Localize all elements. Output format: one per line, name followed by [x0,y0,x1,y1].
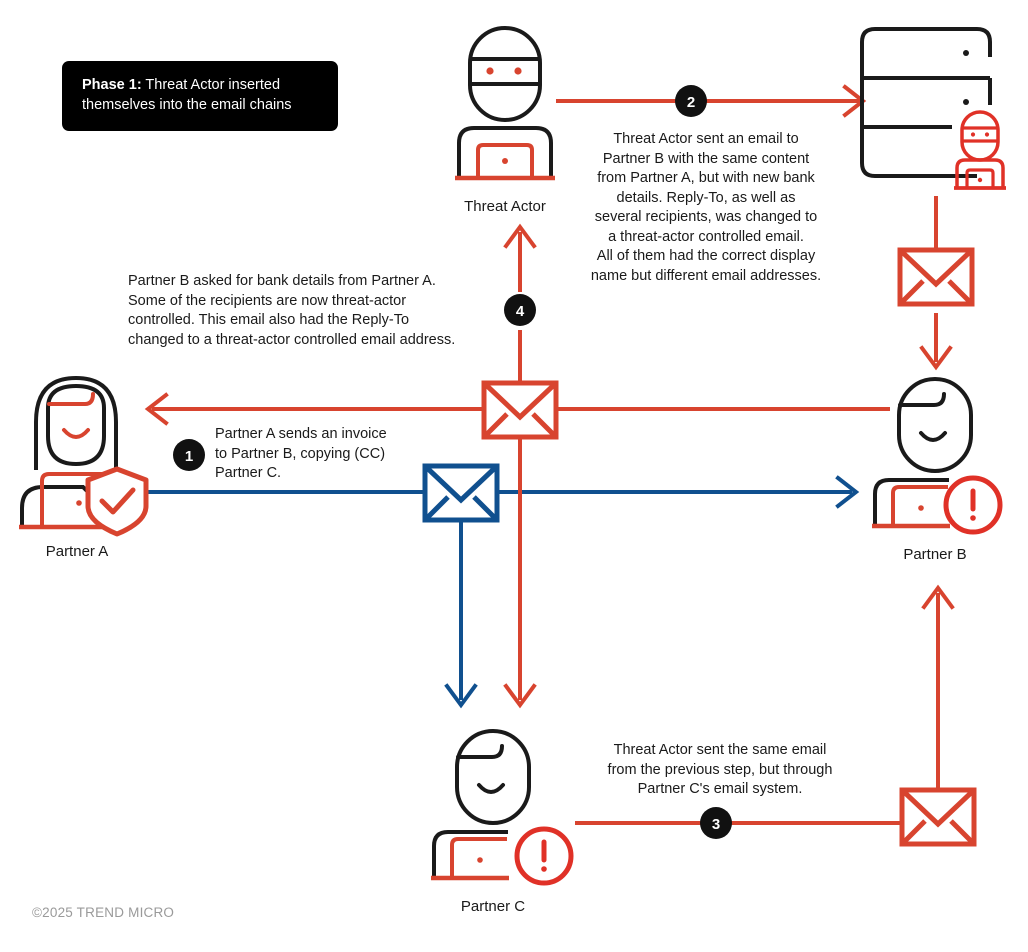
node-label-partner-a: Partner A [45,543,109,560]
partner-b-person-laptop-warning-icon [872,377,1003,535]
envelope-icon-step1 [422,463,500,523]
phase-banner: Phase 1: Threat Actor inserted themselve… [62,61,338,131]
step-badge-3: 3 [700,807,732,839]
step-badge-1: 1 [173,439,205,471]
step-badge-2: 2 [675,85,707,117]
compromised-mail-server-icon [860,27,1006,190]
partner-a-person-laptop-shield-icon [19,375,149,537]
step-badge-3-number: 3 [712,816,720,833]
partner-c-person-laptop-warning-icon [431,729,574,886]
node-label-threat-actor: Threat Actor [464,198,546,215]
diagram-canvas: 1 2 3 4 Phase 1: Threat Actor inserted t… [0,0,1028,952]
flow-line-step3-down-to-c [503,432,537,709]
phase-banner-label: Phase 1: [82,77,142,93]
step-1-description: Partner A sends an invoice to Partner B,… [215,426,387,481]
threat-actor-icon [455,26,555,181]
node-label-partner-c: Partner C [460,898,526,915]
copyright-notice: ©2025 TREND MICRO [32,905,175,920]
step-3-description: Threat Actor sent the same email from th… [607,742,833,797]
flow-line-step1-a-to-c [444,492,478,709]
step-2-description: Threat Actor sent an email to Partner B … [590,131,822,284]
flow-line-step2-actor-to-server [556,84,867,118]
step-4-description: Partner B asked for bank details from Pa… [128,273,456,348]
envelope-icon-step2 [897,247,975,307]
envelope-icon-center [481,380,559,440]
step-badge-1-number: 1 [185,448,193,465]
step-badge-2-number: 2 [687,94,695,111]
node-label-partner-b: Partner B [903,546,967,563]
envelope-icon-step3 [899,787,977,847]
diagram-vector-layer: 1 2 3 4 [19,26,1006,886]
